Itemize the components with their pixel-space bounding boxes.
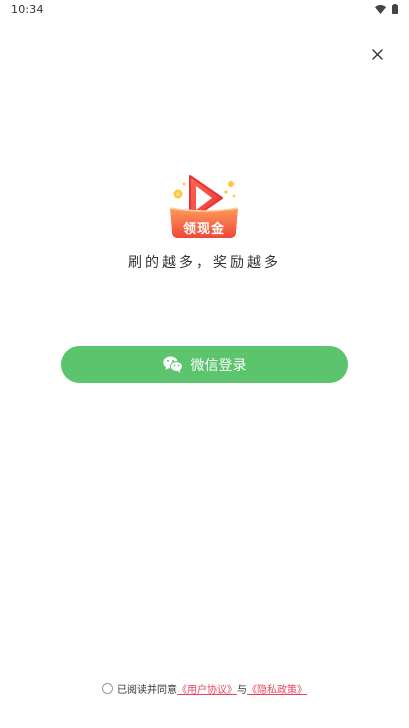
close-button[interactable]	[367, 44, 387, 64]
privacy-policy-link[interactable]: 《隐私政策》	[247, 681, 307, 696]
tagline: 刷的越多，奖励越多	[128, 255, 281, 271]
wechat-login-label: 微信登录	[190, 357, 247, 374]
wifi-icon	[375, 4, 386, 14]
agreement-conjunction: 与	[237, 685, 247, 696]
status-time: 10:34	[11, 3, 44, 16]
wechat-login-button[interactable]: 微信登录	[61, 346, 348, 383]
status-bar: 10:34	[0, 0, 409, 20]
logo-badge-text: 领现金	[182, 222, 225, 237]
app-logo: 领现金	[168, 170, 240, 242]
close-icon	[371, 48, 383, 60]
wechat-icon	[162, 356, 183, 373]
user-agreement-link[interactable]: 《用户协议》	[177, 681, 237, 696]
agree-checkbox[interactable]	[102, 683, 113, 694]
status-icons	[375, 4, 398, 14]
battery-icon	[392, 4, 398, 14]
agreement-prefix: 已阅读并同意	[117, 685, 177, 696]
agreement-row: 已阅读并同意 《用户协议》 与 《隐私政策》	[0, 681, 409, 696]
